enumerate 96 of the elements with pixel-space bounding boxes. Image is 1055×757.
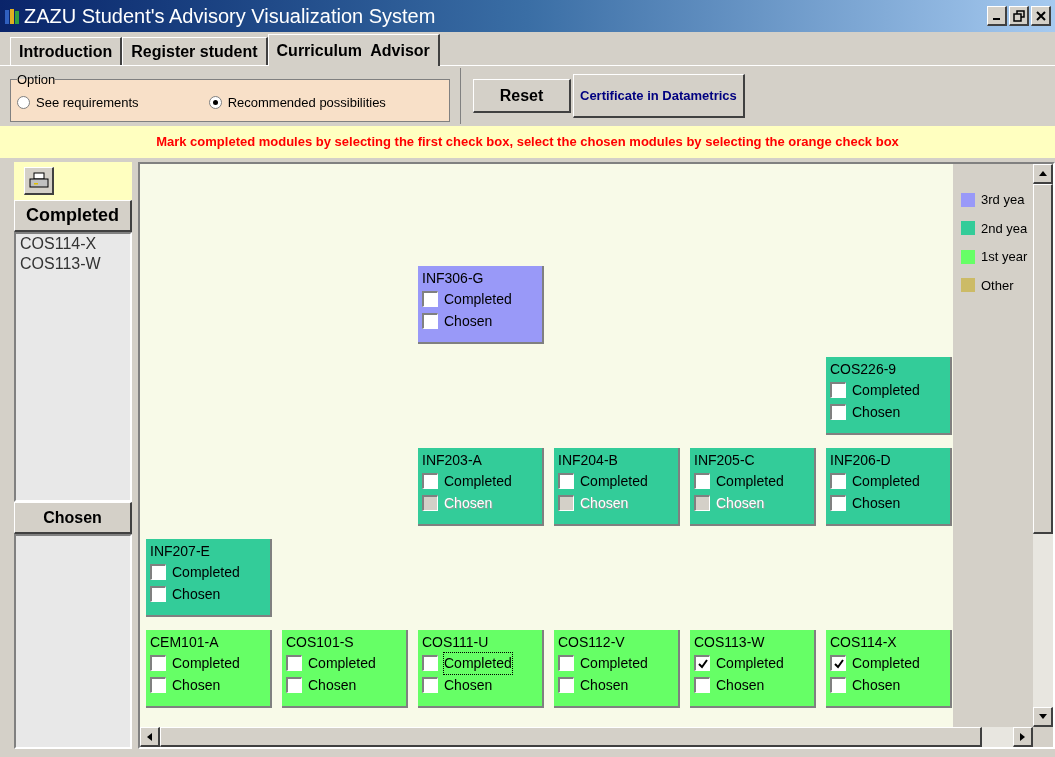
minimize-button[interactable] [987,6,1007,26]
radio-option[interactable]: Recommended possibilities [208,92,386,112]
checkbox[interactable] [830,655,846,671]
checkbox-label: Completed [716,471,784,491]
books-icon [4,7,22,25]
module-code: INF206-D [830,451,892,470]
module-code: COS114-X [830,633,898,652]
checkbox-label: Chosen [444,311,493,331]
module-code: INF207-E [150,542,211,561]
radio-option[interactable]: See requirements [17,92,139,112]
checkbox[interactable] [558,473,574,489]
checkbox[interactable] [150,655,166,671]
scroll-thumb[interactable] [1033,184,1053,534]
checkbox[interactable] [286,677,302,693]
module-code: COS113-W [694,633,766,652]
scrollbar-corner [1033,727,1053,747]
checkbox-label: Chosen [716,675,765,695]
reset-button[interactable]: Reset [473,79,571,113]
tab[interactable]: Introduction [10,37,123,65]
tab[interactable]: Curriculum Advisor [267,34,440,66]
checkbox-label: Completed [444,289,512,309]
checkbox-label: Completed [444,471,512,491]
close-button[interactable] [1031,6,1051,26]
restore-icon [1012,9,1025,22]
checkbox[interactable] [558,655,574,671]
checkbox[interactable] [286,655,302,671]
checkbox-label: Chosen [716,493,765,513]
checkbox[interactable] [830,404,846,420]
checkbox-label: Chosen [308,675,357,695]
restore-button[interactable] [1009,6,1029,26]
checkbox-label: Chosen [852,493,901,513]
option-legend: Option [17,70,56,90]
checkbox-label: Completed [172,562,240,582]
checkbox-label: Chosen [580,675,629,695]
checkbox[interactable] [830,495,846,511]
window-title: ZAZU Student's Advisory Visualization System [24,4,436,29]
checkbox-label: Chosen [444,675,493,695]
checkbox[interactable] [694,655,710,671]
instruction-banner: Mark completed modules by selecting the first check box, select the chosen modules by selecting the orange check box [0,126,1055,158]
module-code: INF203-A [422,451,483,470]
checkbox[interactable] [150,564,166,580]
checkbox-label: Completed [444,652,512,674]
radio-button[interactable] [208,95,222,109]
checkbox-label: Chosen [580,493,629,513]
checkbox[interactable] [558,677,574,693]
checkbox-label: Chosen [852,402,901,422]
list-item[interactable]: COS114-X [20,234,126,254]
checkbox[interactable] [830,677,846,693]
checkbox[interactable] [422,473,438,489]
close-icon [1034,9,1047,22]
certificate-button[interactable]: Certificate in Datametrics [573,74,745,118]
printer-icon [28,171,49,190]
module-code: INF306-G [422,269,485,288]
print-button[interactable] [24,167,54,195]
module-code: COS112-V [558,633,626,652]
checkbox[interactable] [694,473,710,489]
checkbox-label: Completed [716,653,784,673]
module-code: COS111-U [422,633,490,652]
checkbox-label: Completed [580,653,648,673]
completed-header: Completed [14,200,132,232]
legend-label: Other [981,276,1014,295]
checkbox[interactable] [422,291,438,307]
checkbox[interactable] [422,655,438,671]
module-code: COS101-S [286,633,355,652]
checkbox-label: Chosen [444,493,493,513]
radio-label: Recommended possibilities [227,93,386,112]
checkbox[interactable] [150,677,166,693]
legend-label: 2nd yea [981,219,1028,238]
checkbox[interactable] [830,473,846,489]
checkbox-label: Completed [852,653,920,673]
checkbox[interactable] [422,677,438,693]
legend-label: 3rd yea [981,191,1025,209]
radio-button[interactable] [17,95,30,109]
checkbox-label: Completed [308,653,376,673]
checkbox-label: Completed [852,471,920,491]
minimize-icon [993,18,1000,20]
checkbox-label: Completed [580,471,648,491]
checkbox-label: Completed [852,380,920,400]
checkbox-label: Completed [172,653,240,673]
list-item[interactable]: COS113-W [20,254,126,274]
module-code: CEM101-A [150,633,220,652]
checkbox[interactable] [830,382,846,398]
checkbox[interactable] [422,313,438,329]
legend-label: 1st year [981,248,1028,266]
checkbox-label: Chosen [172,675,221,695]
module-code: COS226-9 [830,360,898,379]
chosen-header: Chosen [14,502,132,534]
module-code: INF204-B [558,451,619,470]
tab[interactable]: Register student [122,37,268,65]
checkbox-label: Chosen [852,675,901,695]
radio-label: See requirements [36,93,139,112]
vertical-scrollbar[interactable] [1033,164,1053,727]
module-code: INF205-C [694,451,756,470]
checkbox[interactable] [150,586,166,602]
checkbox[interactable] [694,677,710,693]
checkbox-label: Chosen [172,584,221,604]
